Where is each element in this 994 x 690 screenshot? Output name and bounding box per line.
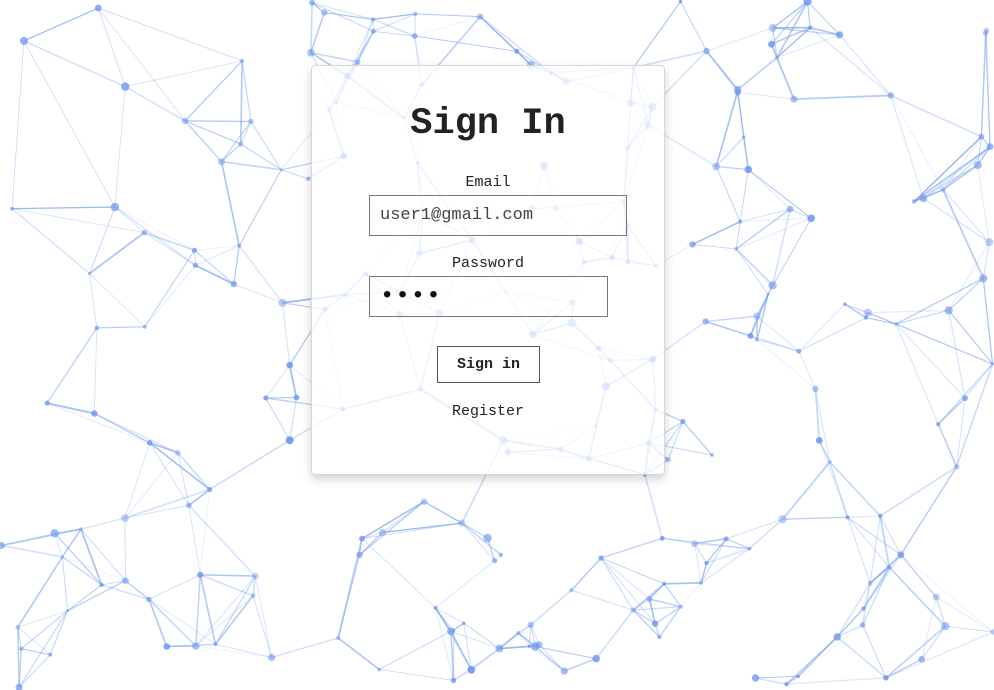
register-link[interactable]: Register	[312, 403, 664, 421]
sign-in-button[interactable]: Sign in	[437, 346, 540, 383]
sign-in-card: Sign In Email Password Sign in Register	[311, 65, 665, 475]
password-field[interactable]	[369, 276, 608, 317]
password-label: Password	[451, 255, 524, 272]
email-label: Email	[465, 174, 511, 191]
email-field[interactable]	[369, 195, 627, 236]
page-title: Sign In	[410, 103, 566, 145]
